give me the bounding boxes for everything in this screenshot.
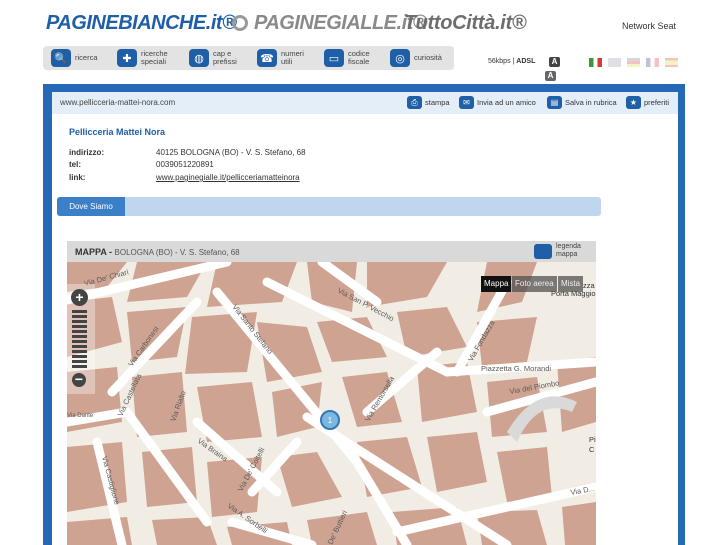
tel-label: tel: [69, 160, 81, 169]
website-url[interactable]: www.pellicceria-mattei-nora.com [60, 98, 175, 107]
phone-icon: ☎ [257, 49, 277, 67]
send-friend-button[interactable]: ✉ Invia ad un amico [459, 96, 536, 109]
legend-list-icon [534, 243, 552, 259]
print-label: stampa [425, 98, 450, 107]
street-c: C [589, 445, 595, 454]
search-icon: 🔍 [51, 49, 71, 67]
flag-italian-icon[interactable] [589, 58, 602, 67]
tel-value: 0039051220891 [156, 160, 214, 169]
print-button[interactable]: ⎙ stampa [407, 96, 450, 109]
zoom-control: + − [67, 284, 95, 394]
nav-item-3[interactable]: ☎ numeri utili [257, 49, 304, 67]
map-title-label: MAPPA - [75, 247, 112, 257]
paginegialle-g-icon [232, 15, 248, 31]
adsl-badge[interactable]: A [549, 57, 560, 67]
globe-icon: ◍ [189, 49, 209, 67]
speed-adsl[interactable]: ADSL [516, 58, 535, 65]
map-type-foto-aerea[interactable]: Foto aerea [512, 276, 557, 292]
flag-french-icon[interactable] [646, 58, 659, 67]
street-via-d: Via D... [570, 484, 596, 497]
nav-item-label: codice fiscale [348, 49, 370, 66]
street-dante: Via Dante [67, 413, 94, 419]
map-view[interactable]: Via De' Chiari Via Carbonesi Via Castell… [67, 262, 596, 545]
send-friend-label: Invia ad un amico [477, 98, 536, 107]
paginebianche-logo-text: PAGINEBIANCHE.it® [46, 12, 237, 34]
zoom-slider[interactable] [72, 310, 87, 370]
connection-speed: 56kbps | ADSL [488, 58, 536, 65]
map-title-address: BOLOGNA (BO) - V. S. Stefano, 68 [114, 248, 240, 257]
puzzle-icon: ✚ [117, 49, 137, 67]
flag-spanish-icon[interactable] [665, 58, 678, 67]
nav-item-2[interactable]: ◍ cap e prefissi [189, 49, 237, 67]
marker-number: 1 [328, 416, 333, 425]
address-label: indirizzo: [69, 148, 105, 157]
save-contacts-label: Salva in rubrica [565, 98, 617, 107]
map-legend-label: legenda mappa [556, 243, 581, 258]
nav-item-label: numeri utili [281, 49, 304, 66]
zoom-in-button[interactable]: + [71, 289, 88, 306]
tuttocitta-logo-text: TuttoCittà.it® [404, 12, 527, 34]
tuttocitta-logo[interactable]: TuttoCittà.it® [404, 12, 527, 35]
save-contacts-button[interactable]: ▤ Salva in rubrica [547, 96, 617, 109]
paginebianche-logo[interactable]: PAGINEBIANCHE.it® [46, 12, 237, 35]
business-name: Pellicceria Mattei Nora [69, 127, 166, 137]
print-icon: ⎙ [407, 96, 422, 109]
network-seat-link[interactable]: Network Seat [622, 21, 676, 31]
map-title: MAPPA - BOLOGNA (BO) - V. S. Stefano, 68 [75, 247, 240, 257]
street-piazza: zza [583, 281, 596, 290]
nav-item-0[interactable]: 🔍 ricerca [51, 49, 98, 67]
map-type-mappa[interactable]: Mappa [481, 276, 512, 292]
link-value[interactable]: www.paginegialle.it/pellicceriamatteinor… [156, 173, 300, 182]
nav-item-label: ricerca [75, 53, 98, 62]
paginegialle-logo[interactable]: PAGINEGIALLE.it® [232, 12, 428, 35]
zoom-out-button[interactable]: − [72, 372, 86, 387]
envelope-icon: ✉ [459, 96, 474, 109]
adsl-badge-2[interactable]: A [545, 71, 556, 81]
map-legend-button[interactable]: legenda mappa [534, 243, 581, 259]
tab-bar [57, 197, 601, 216]
map-type-mista[interactable]: Mista [558, 276, 584, 292]
nav-item-label: cap e prefissi [213, 49, 237, 66]
nav-item-1[interactable]: ✚ ricerche speciali [117, 49, 168, 67]
speed-56kbps[interactable]: 56kbps [488, 58, 511, 65]
paginegialle-logo-text: PAGINEGIALLE.it® [254, 12, 428, 34]
map-canvas[interactable]: Via De' Chiari Via Carbonesi Via Castell… [67, 262, 596, 545]
star-icon: ★ [626, 96, 641, 109]
street-morandi: Piazzetta G. Morandi [481, 364, 551, 373]
favorites-label: preferiti [644, 98, 670, 107]
curiosity-icon: ◎ [390, 49, 410, 67]
address-value: 40125 BOLOGNA (BO) - V. S. Stefano, 68 [156, 148, 306, 157]
nav-item-4[interactable]: ▭ codice fiscale [324, 49, 370, 67]
favorites-button[interactable]: ★ preferiti [626, 96, 669, 109]
nav-item-label: ricerche speciali [141, 49, 168, 66]
nav-item-5[interactable]: ◎ curiosità [390, 49, 442, 67]
flag-german-icon[interactable] [627, 58, 640, 67]
nav-item-label: curiosità [414, 53, 442, 62]
flag-english-icon[interactable] [608, 58, 621, 67]
save-icon: ▤ [547, 96, 562, 109]
street-pi: Pi [589, 435, 596, 444]
id-card-icon: ▭ [324, 49, 344, 67]
tab-dove-siamo[interactable]: Dove Siamo [57, 197, 125, 216]
location-marker[interactable]: 1 [320, 410, 340, 430]
link-label: link: [69, 173, 86, 182]
